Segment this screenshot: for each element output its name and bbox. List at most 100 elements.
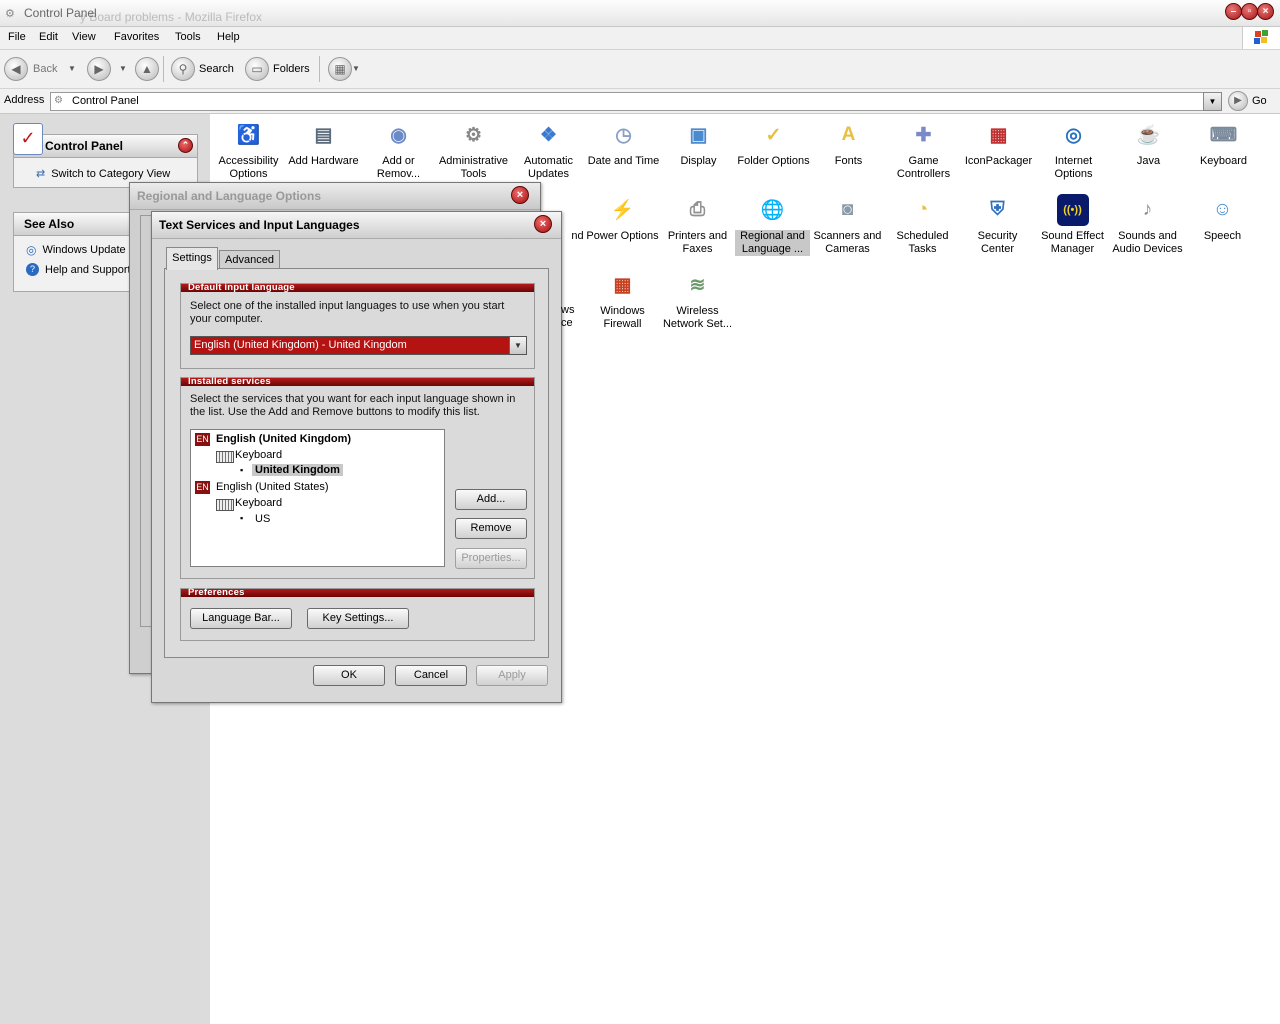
cp-item[interactable]: A Fonts	[811, 119, 886, 168]
menu-favorites[interactable]: Favorites	[114, 31, 159, 43]
cp-item-label: Add or Remov...	[376, 155, 421, 180]
cp-item-label: Internet Options	[1054, 155, 1093, 180]
views-icon[interactable]: ▦	[328, 57, 352, 81]
cp-item-label: Sounds and Audio Devices	[1112, 230, 1183, 255]
windows-logo-icon	[1242, 27, 1280, 49]
cp-item[interactable]: ⌨ Keyboard	[1186, 119, 1261, 168]
add-button[interactable]: Add...	[455, 489, 527, 510]
regional-dialog-title-bar[interactable]: Regional and Language Options ×	[130, 183, 540, 210]
game-controllers-icon: ✚	[915, 124, 932, 146]
default-input-language-group: Default input language Select one of the…	[180, 282, 535, 369]
cp-item[interactable]: ◎ Internet Options	[1036, 119, 1111, 181]
select-dropdown-icon[interactable]: ▼	[509, 337, 526, 354]
tree-item-english-uk[interactable]: English (United Kingdom)	[216, 433, 351, 445]
cp-item[interactable]: ▦ IconPackager	[961, 119, 1036, 168]
address-label: Address	[4, 94, 45, 106]
switch-to-category-view-link[interactable]: ⇄ Switch to Category View	[36, 167, 170, 181]
cp-item[interactable]: ◷ Date and Time	[586, 119, 661, 168]
installed-services-tree[interactable]: EN English (United Kingdom) Keyboard ▪ U…	[190, 429, 445, 567]
cp-item[interactable]: ✓ Folder Options	[736, 119, 811, 168]
cp-item-label: Fonts	[834, 155, 863, 167]
cp-item[interactable]: ☺ Speech	[1185, 194, 1260, 243]
tab-advanced[interactable]: Advanced	[219, 250, 280, 269]
cp-item[interactable]: ▤ Add Hardware	[286, 119, 361, 168]
properties-button[interactable]: Properties...	[455, 548, 527, 569]
language-bar-button[interactable]: Language Bar...	[190, 608, 292, 629]
back-dropdown-icon[interactable]: ▼	[68, 64, 76, 73]
menu-edit[interactable]: Edit	[39, 31, 58, 43]
ok-button[interactable]: OK	[313, 665, 385, 686]
search-label: Search	[199, 63, 234, 75]
cp-item[interactable]: ◉ Add or Remov...	[361, 119, 436, 181]
back-button[interactable]: ◀ Back	[4, 57, 57, 81]
cp-item[interactable]: ☕ Java	[1111, 119, 1186, 168]
ts-dialog-title-bar[interactable]: Text Services and Input Languages ×	[152, 212, 561, 239]
default-language-select[interactable]: English (United Kingdom) - United Kingdo…	[190, 336, 527, 355]
tree-item-keyboard-uk[interactable]: Keyboard	[235, 449, 282, 461]
cp-item[interactable]: ⚙ Administrative Tools	[436, 119, 511, 181]
cp-item-label: Regional and Language ...	[735, 230, 810, 256]
apply-button[interactable]: Apply	[476, 665, 548, 686]
help-support-link[interactable]: ? Help and Support	[26, 263, 131, 276]
search-button[interactable]: ⚲ Search	[171, 57, 234, 81]
cp-item-label: Speech	[1203, 230, 1242, 242]
cp-item[interactable]: ◔ Scheduled Tasks	[885, 194, 960, 256]
tree-item-layout-uk[interactable]: United Kingdom	[252, 464, 343, 476]
cp-item[interactable]: 🌐 Regional and Language ...	[735, 194, 810, 256]
background-window-title: y Board problems - Mozilla Firefox	[80, 10, 263, 24]
collapse-icon[interactable]: ⌃	[178, 138, 193, 153]
ts-dialog-close-icon[interactable]: ×	[534, 215, 552, 233]
regional-dialog-close-icon[interactable]: ×	[511, 186, 529, 204]
go-button[interactable]: ▶ Go	[1228, 91, 1267, 111]
folders-button[interactable]: ▭ Folders	[245, 57, 310, 81]
tree-item-english-us[interactable]: English (United States)	[216, 481, 329, 493]
cp-item[interactable]: ❖ Automatic Updates	[511, 119, 586, 181]
cp-item[interactable]: ⎙ Printers and Faxes	[660, 194, 735, 256]
tab-settings[interactable]: Settings	[166, 247, 218, 270]
key-settings-button[interactable]: Key Settings...	[307, 608, 409, 629]
cp-item[interactable]: ✚ Game Controllers	[886, 119, 961, 181]
cp-item[interactable]: ▦ Windows Firewall	[585, 269, 660, 331]
cp-item[interactable]: ♪ Sounds and Audio Devices	[1110, 194, 1185, 256]
remove-button[interactable]: Remove	[455, 518, 527, 539]
cp-item-label: Display	[680, 155, 717, 167]
address-field[interactable]: ⚙ Control Panel	[50, 92, 1222, 111]
cp-item-label: Power Options	[586, 230, 659, 242]
installed-group-label: Installed services	[188, 376, 271, 387]
control-panel-address-icon: ⚙	[54, 95, 63, 106]
cp-item[interactable]: ((•)) Sound Effect Manager	[1035, 194, 1110, 256]
forward-dropdown-icon[interactable]: ▼	[119, 64, 127, 73]
cp-item-label: Printers and Faxes	[667, 230, 728, 255]
cancel-button[interactable]: Cancel	[395, 665, 467, 686]
menu-tools[interactable]: Tools	[175, 31, 201, 43]
cp-item[interactable]: ⛨ Security Center	[960, 194, 1035, 256]
menu-help[interactable]: Help	[217, 31, 240, 43]
cp-item-label: Accessibility Options	[218, 155, 279, 180]
cp-item[interactable]: ◙ Scanners and Cameras	[810, 194, 885, 256]
close-button[interactable]: ×	[1257, 3, 1274, 20]
cp-item-label: Game Controllers	[896, 155, 951, 180]
cp-item[interactable]: ▣ Display	[661, 119, 736, 168]
tree-item-keyboard-us[interactable]: Keyboard	[235, 497, 282, 509]
keyboard-icon	[216, 451, 234, 463]
maximize-button[interactable]: ▫	[1241, 3, 1258, 20]
default-group-description: Select one of the installed input langua…	[190, 300, 505, 325]
cp-item-label: Windows Firewall	[600, 305, 645, 330]
views-dropdown-icon[interactable]: ▼	[352, 64, 360, 73]
up-folder-button[interactable]: ▲	[135, 57, 159, 81]
menu-view[interactable]: View	[72, 31, 96, 43]
tree-item-layout-us[interactable]: US	[255, 513, 270, 525]
security-center-icon: ⛨	[990, 199, 1005, 220]
cp-item[interactable]: ≋ Wireless Network Set...	[660, 269, 735, 331]
minimize-button[interactable]: –	[1225, 3, 1242, 20]
cp-item-label: Folder Options	[737, 155, 810, 167]
menu-file[interactable]: File	[8, 31, 26, 43]
address-dropdown-icon[interactable]: ▼	[1203, 92, 1222, 111]
forward-button[interactable]: ▶	[87, 57, 111, 81]
cp-item-label: Add Hardware	[288, 155, 359, 167]
cp-item[interactable]: ⚡ Power Options	[585, 194, 660, 243]
scheduled-tasks-icon: ◔	[916, 199, 929, 220]
cp-item[interactable]: ♿ Accessibility Options	[211, 119, 286, 181]
windows-update-link[interactable]: ◎ Windows Update	[26, 243, 126, 257]
see-also-title: See Also	[24, 217, 75, 231]
